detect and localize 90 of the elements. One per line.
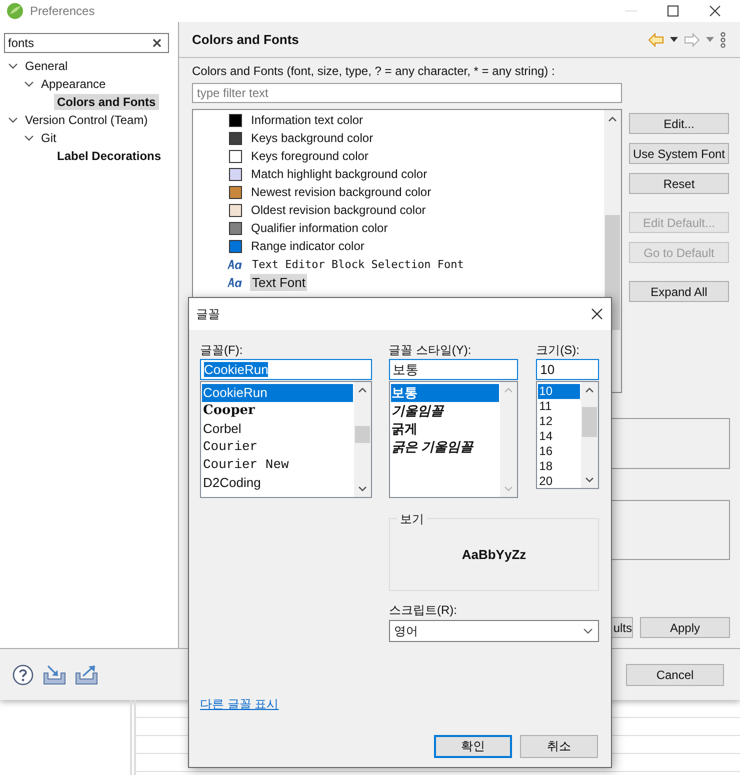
size-option[interactable]: 18 <box>538 459 580 474</box>
chevron-down-icon <box>583 628 593 634</box>
scrollbar[interactable] <box>581 382 598 488</box>
size-option[interactable]: 10 <box>538 384 580 399</box>
export-icon[interactable] <box>75 664 98 684</box>
size-option[interactable]: 12 <box>538 414 580 429</box>
close-icon[interactable] <box>708 4 722 18</box>
list-item[interactable]: Text Font <box>250 274 308 290</box>
search-field[interactable]: fonts <box>4 33 169 53</box>
cancel-button[interactable]: Cancel <box>626 664 724 686</box>
list-item[interactable]: Keys background color <box>249 130 376 146</box>
help-icon[interactable] <box>12 664 34 686</box>
font-label: 글꼴(F): <box>200 342 244 357</box>
font-option[interactable]: Corbel <box>202 420 353 438</box>
font-icon <box>227 276 243 288</box>
font-option[interactable]: Cooper <box>202 402 353 420</box>
filter-placeholder: type filter text <box>197 86 268 100</box>
list-item[interactable]: Information text color <box>249 112 366 128</box>
font-icon <box>227 258 243 270</box>
font-name-field[interactable]: CookieRun <box>200 359 372 380</box>
scroll-up-icon[interactable] <box>585 387 594 393</box>
size-label: 크기(S): <box>536 342 581 357</box>
filter-field[interactable]: type filter text <box>192 83 622 103</box>
font-name-text: CookieRun <box>204 362 268 377</box>
font-style-option[interactable]: 굵게 <box>390 420 500 438</box>
scroll-thumb[interactable] <box>582 407 597 437</box>
tree-item[interactable]: Colors and Fonts <box>54 94 159 110</box>
scroll-up-icon[interactable] <box>608 116 617 122</box>
size-text: 10 <box>540 362 555 377</box>
font-style-option[interactable]: 굵은 기울임꼴 <box>390 438 500 456</box>
tree-item[interactable]: Appearance <box>38 76 109 92</box>
tree-item[interactable]: General <box>22 58 71 74</box>
scroll-up-icon[interactable] <box>358 387 367 393</box>
close-icon[interactable] <box>591 308 603 320</box>
action-button[interactable]: Edit... <box>629 113 729 134</box>
size-option[interactable]: 11 <box>538 399 580 414</box>
clear-icon[interactable] <box>152 38 162 48</box>
size-option[interactable]: 16 <box>538 444 580 459</box>
sample-text: AaBbYyZz <box>462 547 526 562</box>
page-title: Colors and Fonts <box>192 32 299 47</box>
action-button[interactable]: Reset <box>629 173 729 194</box>
app-icon <box>6 2 24 20</box>
font-option[interactable]: CookieRun <box>202 384 353 402</box>
scrollbar[interactable] <box>354 382 371 497</box>
apply-button[interactable]: Apply <box>640 617 730 638</box>
font-style-option[interactable]: 보통 <box>390 384 500 402</box>
font-style-label: 글꼴 스타일(Y): <box>388 342 472 357</box>
window-title: Preferences <box>30 4 95 18</box>
tree-item[interactable]: Label Decorations <box>54 148 164 164</box>
tree-item[interactable]: Git <box>38 130 60 146</box>
font-style-field[interactable]: 보통 <box>388 359 518 380</box>
chevron-down-icon[interactable] <box>24 133 34 143</box>
font-style-text: 보통 <box>392 360 419 378</box>
cancel-button[interactable]: 취소 <box>520 735 598 758</box>
list-item[interactable]: Qualifier information color <box>249 220 390 236</box>
action-button[interactable]: Use System Font <box>629 143 729 164</box>
preview-label: 보기 <box>397 511 427 528</box>
script-label: 스크립트(R): <box>389 602 458 617</box>
ok-button[interactable]: 확인 <box>434 735 512 758</box>
tree-item[interactable]: Version Control (Team) <box>22 112 151 128</box>
list-item[interactable]: Range indicator color <box>249 238 366 254</box>
font-option[interactable]: Courier New <box>202 456 353 474</box>
list-item[interactable]: Oldest revision background color <box>249 202 428 218</box>
description-text: Colors and Fonts (font, size, type, ? = any character, * = any string) : <box>192 64 556 78</box>
chevron-down-icon[interactable] <box>8 61 18 71</box>
chevron-down-icon[interactable] <box>8 115 18 125</box>
size-option[interactable]: 20 <box>538 474 580 489</box>
scroll-down-icon[interactable] <box>585 477 594 483</box>
list-item[interactable]: Keys foreground color <box>249 148 370 164</box>
dialog-title: 글꼴 <box>196 306 220 322</box>
font-option[interactable]: D2Coding <box>202 474 353 492</box>
script-dropdown[interactable]: 영어 <box>389 620 599 642</box>
size-field[interactable]: 10 <box>536 359 599 380</box>
font-option[interactable]: Courier <box>202 438 353 456</box>
list-item[interactable]: Match highlight background color <box>249 166 430 182</box>
scroll-down-icon[interactable] <box>358 486 367 492</box>
list-item[interactable]: Newest revision background color <box>249 184 434 200</box>
list-item[interactable]: Text Editor Block Selection Font <box>250 256 466 272</box>
more-options-icon[interactable] <box>720 32 726 48</box>
search-text: fonts <box>8 36 34 50</box>
maximize-icon[interactable] <box>666 4 680 18</box>
more-fonts-link[interactable]: 다른 글꼴 표시 <box>200 696 279 713</box>
size-option[interactable]: 14 <box>538 429 580 444</box>
action-button[interactable]: Expand All <box>629 281 729 302</box>
font-style-option[interactable]: 기울임꼴 <box>390 402 500 420</box>
import-icon[interactable] <box>43 664 66 684</box>
dropdown-caret-icon[interactable] <box>670 37 678 42</box>
restore-defaults-button[interactable]: ults <box>611 617 633 638</box>
chevron-down-icon[interactable] <box>24 79 34 89</box>
scroll-thumb[interactable] <box>354 426 370 443</box>
